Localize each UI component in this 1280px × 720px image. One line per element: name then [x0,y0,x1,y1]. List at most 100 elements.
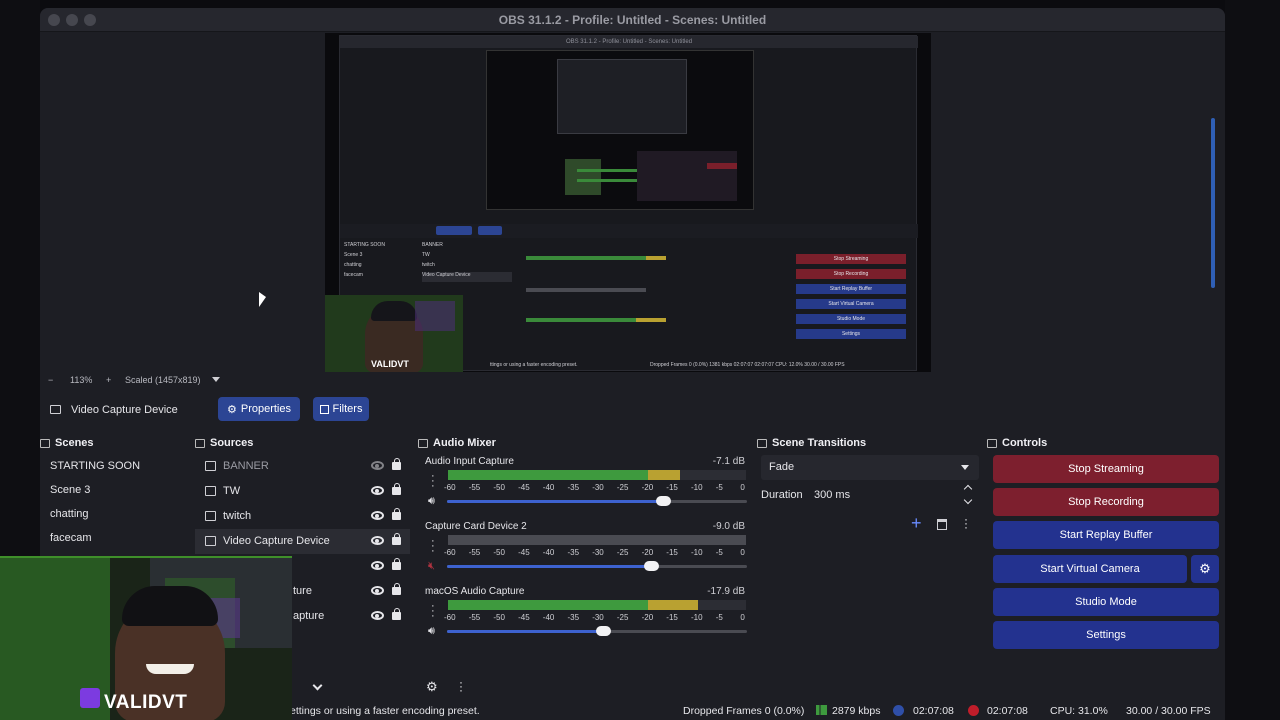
meter-ticks: -60 -55 -50 -45 -40 -35 -30 -25 -20 -15 -10 -5 0 [444,483,748,493]
meter-tick-label: -35 [567,483,580,492]
scene-item[interactable]: facecam [40,526,190,550]
volume-slider[interactable] [447,626,747,636]
scene-item[interactable]: chatting [40,502,190,526]
filters-button[interactable]: Filters [313,397,369,421]
meter-tick-label: -60 [444,613,456,622]
lock-icon[interactable] [392,533,401,545]
zoom-level: 113% [70,375,93,385]
lock-icon[interactable] [392,508,401,520]
eye-icon[interactable] [371,486,384,495]
source-row[interactable]: TW [195,479,410,504]
start-replay-buffer-button[interactable]: Start Replay Buffer [993,521,1219,549]
speaker-icon[interactable]: 🔊︎ [428,495,435,508]
properties-button[interactable]: ⚙ Properties [218,397,300,421]
controls-header: Controls [987,434,1225,452]
source-row[interactable]: twitch [195,504,410,529]
volume-meter [448,535,746,545]
dropped-frames: Dropped Frames 0 (0.0%) [683,705,805,717]
zoom-in-button[interactable]: + [106,375,111,385]
lock-icon[interactable] [392,608,401,620]
meter-tick-label: -40 [542,483,555,492]
meter-tick-label: -15 [666,548,678,557]
speaker-icon[interactable]: 🔊︎ [428,625,435,638]
meter-tick-label: -25 [616,483,629,492]
caret-down-icon[interactable] [212,377,220,382]
meter-tick-label: -25 [616,613,629,622]
controls-dock: Controls Stop Streaming Stop Recording S… [987,434,1225,694]
canvas-webcam[interactable]: VALIDVT [325,295,463,373]
settings-button[interactable]: Settings [993,621,1219,649]
eye-icon[interactable] [371,511,384,520]
channel-menu-icon[interactable]: · · · [431,536,435,557]
start-virtual-camera-button[interactable]: Start Virtual Camera [993,555,1187,583]
gear-icon: ⚙ [226,403,237,416]
volume-slider-handle[interactable] [596,626,611,636]
program-canvas[interactable]: OBS 31.1.2 - Profile: Untitled - Scenes:… [325,33,931,373]
lock-icon[interactable] [392,458,401,470]
transition-select[interactable]: Fade [761,455,979,480]
scale-label: Scaled (1457x819) [125,375,201,385]
meter-ticks: -60 -55 -50 -45 -40 -35 -30 -25 -20 -15 -10 -5 0 [444,548,748,558]
preview-vertical-scrollbar[interactable] [1211,118,1215,288]
studio-mode-button[interactable]: Studio Mode [993,588,1219,616]
eye-icon[interactable] [371,536,384,545]
nested-preview-inner [557,59,687,134]
mixer-settings-icon[interactable]: ⚙ [426,679,438,695]
scene-item[interactable]: Scene 3 [40,478,190,502]
meter-tick-label: -50 [493,613,505,622]
volume-slider[interactable] [447,561,747,571]
lock-icon[interactable] [392,583,401,595]
status-message: ettings or using a faster encoding prese… [290,705,480,717]
record-icon [968,705,979,716]
lock-icon[interactable] [392,558,401,570]
mixer-channel: Capture Card Device 2 -9.0 dB · · · -60 -55… [418,519,753,584]
meter-tick-label: -50 [493,483,505,492]
scene-item[interactable]: STARTING SOON [40,454,190,478]
duration-spinbox[interactable]: 300 ms [809,483,979,508]
stream-icon [893,705,904,716]
eye-icon[interactable] [371,561,384,570]
channel-db: -9.0 dB [712,521,745,532]
volume-row: 🔊︎ [425,624,747,638]
chevron-down-icon[interactable] [312,680,323,691]
fps: 30.00 / 30.00 FPS [1126,705,1211,717]
lock-icon[interactable] [392,483,401,495]
mouse-cursor-icon [259,292,266,307]
zoom-out-button[interactable]: − [48,375,53,385]
volume-slider-handle[interactable] [656,496,671,506]
meter-tick-label: -30 [592,548,604,557]
add-transition-icon[interactable]: + [911,514,922,532]
speaker-muted-icon[interactable]: 🔇︎ [428,560,435,573]
chevron-up-icon[interactable] [963,484,973,494]
preview-area[interactable]: OBS 31.1.2 - Profile: Untitled - Scenes:… [40,33,1225,379]
nested-status: ttings or using a faster encoding preset… [490,362,578,368]
chevron-down-icon[interactable] [963,495,973,505]
mixer-menu-icon[interactable]: · · · [459,676,463,696]
channel-menu-icon[interactable]: · · · [431,471,435,492]
transitions-header: Scene Transitions [757,434,982,452]
duration-label: Duration [761,489,803,501]
meter-tick-label: -20 [641,613,654,622]
trash-icon[interactable] [937,519,947,530]
source-row[interactable]: BANNER [195,454,410,479]
volume-slider-handle[interactable] [644,561,659,571]
transition-menu-icon[interactable]: · · · [964,513,968,533]
title-bar[interactable]: OBS 31.1.2 - Profile: Untitled - Scenes:… [40,8,1225,32]
meter-tick-label: -40 [542,613,555,622]
signal-icon [816,705,827,715]
volume-slider[interactable] [447,496,747,506]
mixer-channels: Audio Input Capture -7.1 dB · · · -60 -55 -5… [418,454,753,696]
eye-icon[interactable] [371,586,384,595]
virtual-camera-gear-icon[interactable]: ⚙ [1191,555,1219,583]
stop-streaming-button[interactable]: Stop Streaming [993,455,1219,483]
mixer-channel: Audio Input Capture -7.1 dB · · · -60 -55 -5… [418,454,753,519]
channel-menu-icon[interactable]: · · · [431,601,435,622]
meter-tick-label: -10 [691,613,703,622]
stop-recording-button[interactable]: Stop Recording [993,488,1219,516]
source-row[interactable]: Video Capture Device [195,529,410,554]
meter-tick-label: -55 [468,548,481,557]
window-title: OBS 31.1.2 - Profile: Untitled - Scenes:… [498,13,767,27]
filter-icon [319,404,329,414]
eye-icon[interactable] [371,611,384,620]
eye-hidden-icon[interactable] [371,461,384,470]
